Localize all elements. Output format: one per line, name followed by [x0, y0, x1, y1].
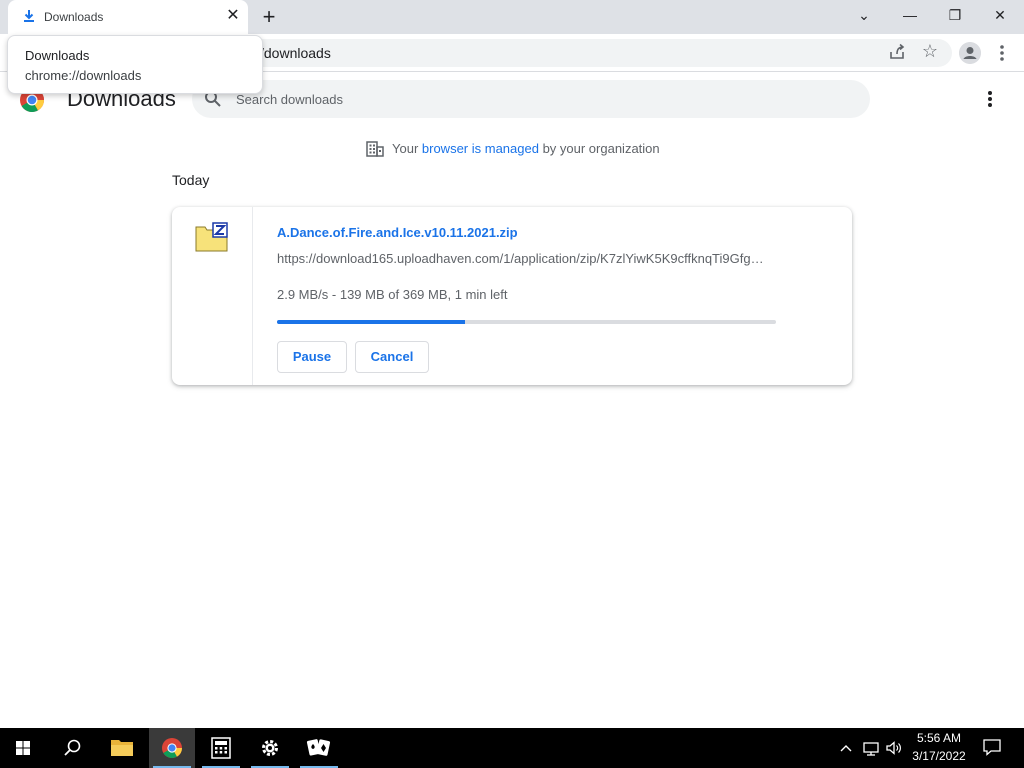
tooltip-url: chrome://downloads [25, 68, 142, 83]
download-icon [24, 10, 34, 22]
file-name-link[interactable]: A.Dance.of.Fire.and.Ice.v10.11.2021.zip [277, 225, 518, 240]
taskbar-solitaire-app[interactable] [296, 728, 342, 768]
managed-link[interactable]: browser is managed [422, 141, 539, 156]
source-url-link[interactable]: https://download165.uploadhaven.com/1/ap… [277, 251, 777, 266]
tab-downloads[interactable]: Downloads ✕ [8, 0, 248, 34]
card-divider [252, 207, 253, 385]
managed-notice: Your browser is managed by your organiza… [392, 141, 660, 156]
taskbar-chrome-icon [162, 738, 182, 758]
new-tab-button[interactable]: + [258, 6, 280, 28]
managed-suffix: by your organization [538, 141, 660, 156]
cancel-button[interactable]: Cancel [355, 341, 429, 373]
progress-status: 2.9 MB/s - 139 MB of 369 MB, 1 min left [277, 287, 508, 302]
maximize-button[interactable]: ❐ [942, 4, 968, 26]
network-icon[interactable] [862, 738, 880, 758]
progress-bar [277, 320, 776, 324]
notification-center-icon[interactable] [982, 737, 1002, 757]
clock-time[interactable]: 5:56 AM [906, 731, 972, 745]
omnibox-url[interactable]: /downloads [260, 45, 331, 61]
taskbar-settings-app[interactable] [247, 728, 293, 768]
search-input[interactable] [236, 88, 836, 110]
managed-prefix: Your [392, 141, 422, 156]
tab-close-icon[interactable]: ✕ [224, 7, 242, 25]
profile-avatar-icon[interactable] [959, 42, 981, 64]
browser-menu-icon[interactable] [995, 42, 1009, 64]
close-window-button[interactable]: ✕ [987, 4, 1013, 26]
date-heading: Today [172, 172, 210, 188]
title-bar: Downloads ✕ + ⌄ — ❐ ✕ [0, 0, 1024, 34]
bookmark-star-icon[interactable]: ☆ [920, 41, 940, 61]
page-menu-icon[interactable] [983, 88, 997, 110]
chrome-window: Downloads ✕ + ⌄ — ❐ ✕ /downloads ☆ Downl… [0, 0, 1024, 768]
tab-search-icon[interactable]: ⌄ [851, 4, 877, 26]
share-icon[interactable] [888, 43, 906, 61]
tray-chevron-up-icon[interactable] [838, 738, 854, 758]
clock-date[interactable]: 3/17/2022 [906, 749, 972, 763]
taskbar-chrome-app[interactable] [149, 728, 195, 768]
pause-button[interactable]: Pause [277, 341, 347, 373]
taskbar-calculator-app[interactable] [198, 728, 244, 768]
taskbar-search-icon[interactable] [49, 728, 95, 768]
download-item-card: A.Dance.of.Fire.and.Ice.v10.11.2021.zip … [172, 207, 852, 385]
tab-hover-tooltip: Downloads chrome://downloads [7, 35, 263, 94]
volume-icon[interactable] [885, 738, 903, 758]
minimize-button[interactable]: — [897, 4, 923, 26]
calculator-icon [211, 737, 231, 759]
zip-file-icon [195, 222, 228, 252]
windows-start-icon[interactable] [0, 728, 46, 768]
solitaire-cards-icon [306, 739, 331, 756]
building-icon [366, 141, 384, 157]
file-explorer-icon[interactable] [99, 728, 145, 768]
tooltip-title: Downloads [25, 48, 90, 63]
tab-title: Downloads [44, 10, 104, 24]
progress-bar-fill [277, 320, 465, 324]
settings-gear-icon [262, 740, 278, 756]
